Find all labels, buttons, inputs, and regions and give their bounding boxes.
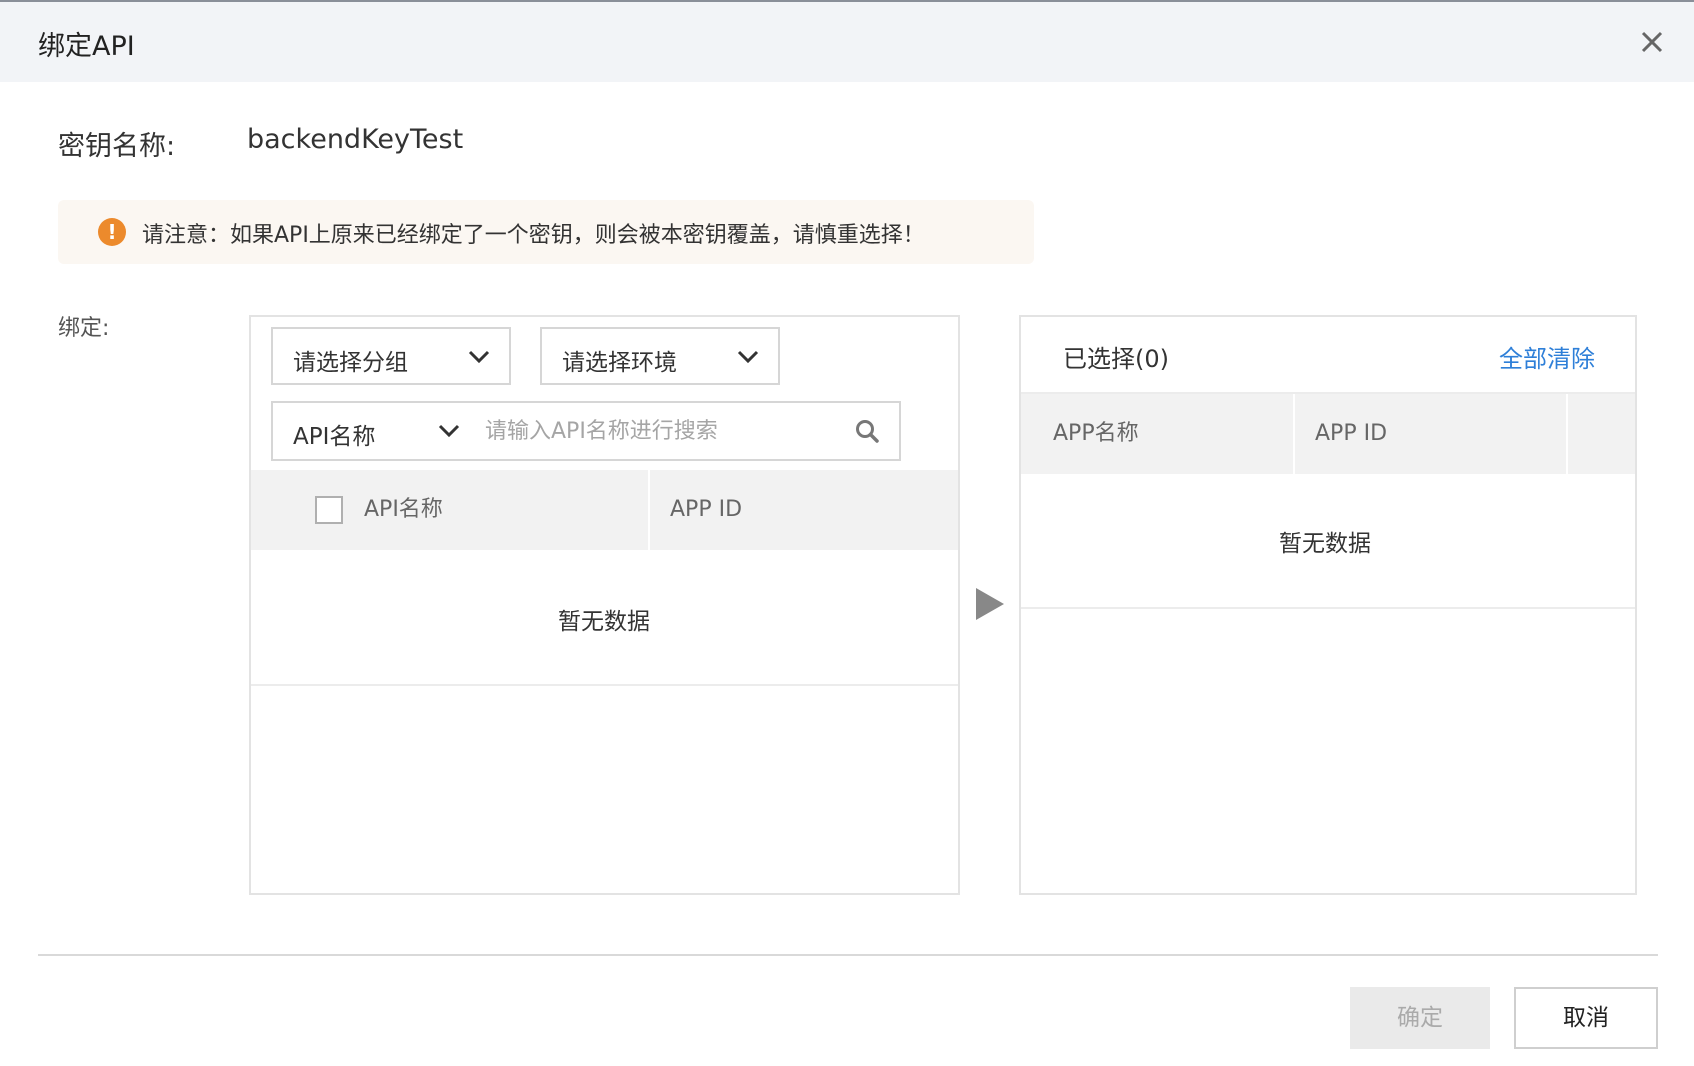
empty-placeholder: 暂无数据 [558,609,650,635]
search-type-value: API名称 [293,424,376,450]
clear-all-link[interactable]: 全部清除 [1499,339,1595,374]
warning-icon: ! [98,218,126,246]
row-divider [1021,607,1635,609]
footer-divider [38,954,1658,956]
selected-panel: 已选择(0) 全部清除 APP名称 APP ID 暂无数据 [1019,315,1637,895]
column-api-name: API名称 [364,497,443,522]
api-search-input[interactable] [485,411,845,451]
api-source-panel: 请选择分组 请选择环境 API名称 请输入API名称进行搜索 API名称 APP… [249,315,960,895]
bind-api-dialog: 绑定API 密钥名称: backendKeyTest ! 请注意：如果API上原… [0,0,1694,1066]
close-icon [1641,31,1663,53]
environment-select-value: 请选择环境 [562,350,677,376]
chevron-down-icon [737,350,759,364]
column-app-name: APP名称 [1053,421,1139,446]
key-name-label: 密钥名称: [58,131,176,162]
warning-notice: ! 请注意：如果API上原来已经绑定了一个密钥，则会被本密钥覆盖，请慎重选择！ [58,200,1034,264]
column-divider [648,470,650,550]
chevron-down-icon [468,350,490,364]
api-search-box: API名称 [271,401,901,461]
search-icon[interactable] [853,417,881,445]
cancel-button[interactable]: 取消 [1514,987,1658,1049]
select-all-checkbox[interactable] [315,496,343,524]
search-type-select[interactable]: API名称 [273,403,473,459]
row-divider [251,684,958,686]
group-select[interactable]: 请选择分组 [271,327,511,385]
column-app-id: APP ID [670,497,743,522]
column-app-id: APP ID [1315,421,1388,446]
dialog-header: 绑定API [0,2,1694,82]
group-select-value: 请选择分组 [293,350,408,376]
bind-label: 绑定: [58,316,110,341]
environment-select[interactable]: 请选择环境 [540,327,780,385]
selected-count-title: 已选择(0) [1063,345,1169,373]
column-divider [1566,394,1568,474]
key-name-value: backendKeyTest [247,124,464,155]
empty-placeholder: 暂无数据 [1279,531,1371,557]
api-table-header: API名称 APP ID [251,470,958,550]
notice-text: 请注意：如果API上原来已经绑定了一个密钥，则会被本密钥覆盖，请慎重选择！ [142,223,925,248]
selected-table-header: APP名称 APP ID [1021,392,1635,474]
confirm-button[interactable]: 确定 [1350,987,1490,1049]
column-divider [1293,394,1295,474]
close-button[interactable] [1634,24,1670,60]
chevron-down-icon [438,424,460,438]
dialog-title: 绑定API [38,31,135,62]
transfer-right-arrow-icon[interactable] [976,588,1004,620]
